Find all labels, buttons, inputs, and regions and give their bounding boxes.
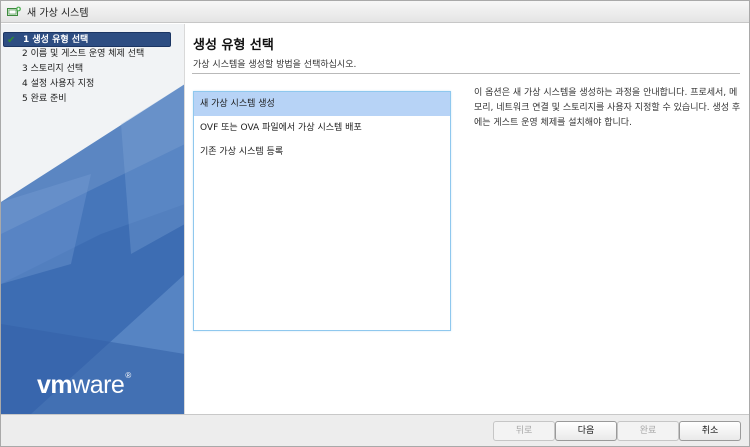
option-deploy-from-ovf-ova[interactable]: OVF 또는 OVA 파일에서 가상 시스템 배포 — [194, 116, 450, 140]
cancel-button[interactable]: 취소 — [679, 421, 741, 441]
logo-ware: ware — [72, 371, 125, 399]
option-register-existing-vm[interactable]: 기존 가상 시스템 등록 — [194, 140, 450, 164]
wizard-step-label: 5 완료 준비 — [22, 94, 67, 104]
wizard-step-label: 4 설정 사용자 지정 — [22, 79, 95, 89]
finish-button[interactable]: 완료 — [617, 421, 679, 441]
wizard-content: 생성 유형 선택 가상 시스템을 생성할 방법을 선택하십시오. 새 가상 시스… — [186, 24, 749, 414]
wizard-step-5[interactable]: 5 완료 준비 — [3, 92, 171, 107]
wizard-step-1[interactable]: ✔ 1 생성 유형 선택 — [3, 32, 171, 47]
option-description: 이 옵션은 새 가상 시스템을 생성하는 과정을 안내합니다. 프로세서, 메모… — [474, 88, 741, 128]
wizard-step-label: 3 스토리지 선택 — [22, 64, 84, 74]
wizard-step-4[interactable]: 4 설정 사용자 지정 — [3, 77, 171, 92]
wizard-step-2[interactable]: 2 이름 및 게스트 운영 체제 선택 — [3, 47, 171, 62]
wizard-step-label: 1 생성 유형 선택 — [23, 35, 89, 45]
wizard-step-label: 2 이름 및 게스트 운영 체제 선택 — [22, 49, 145, 59]
wizard-step-3[interactable]: 3 스토리지 선택 — [3, 62, 171, 77]
wizard-footer: 뒤로 다음 완료 취소 — [1, 414, 749, 446]
new-vm-wizard-window: 새 가상 시스템 ✔ 1 생성 유형 선택 2 이름 및 게스트 운영 체제 선… — [0, 0, 750, 447]
option-create-new-vm[interactable]: 새 가상 시스템 생성 — [194, 92, 450, 116]
creation-type-listbox[interactable]: 새 가상 시스템 생성 OVF 또는 OVA 파일에서 가상 시스템 배포 기존… — [193, 91, 451, 331]
vmware-logo: vmware® — [37, 371, 131, 400]
page-subtitle: 가상 시스템을 생성할 방법을 선택하십시오. — [193, 60, 357, 70]
header-divider — [192, 73, 740, 74]
wizard-sidebar: ✔ 1 생성 유형 선택 2 이름 및 게스트 운영 체제 선택 3 스토리지 … — [1, 24, 185, 414]
page-title: 생성 유형 선택 — [193, 38, 274, 53]
window-title: 새 가상 시스템 — [27, 8, 89, 19]
next-button[interactable]: 다음 — [555, 421, 617, 441]
title-bar: 새 가상 시스템 — [1, 1, 749, 23]
wizard-steps-list: ✔ 1 생성 유형 선택 2 이름 및 게스트 운영 체제 선택 3 스토리지 … — [3, 32, 171, 107]
checkmark-icon: ✔ — [7, 35, 16, 46]
logo-registered-mark: ® — [125, 371, 131, 380]
back-button[interactable]: 뒤로 — [493, 421, 555, 441]
logo-vm: vm — [37, 371, 73, 399]
virtual-machine-icon — [7, 6, 21, 16]
